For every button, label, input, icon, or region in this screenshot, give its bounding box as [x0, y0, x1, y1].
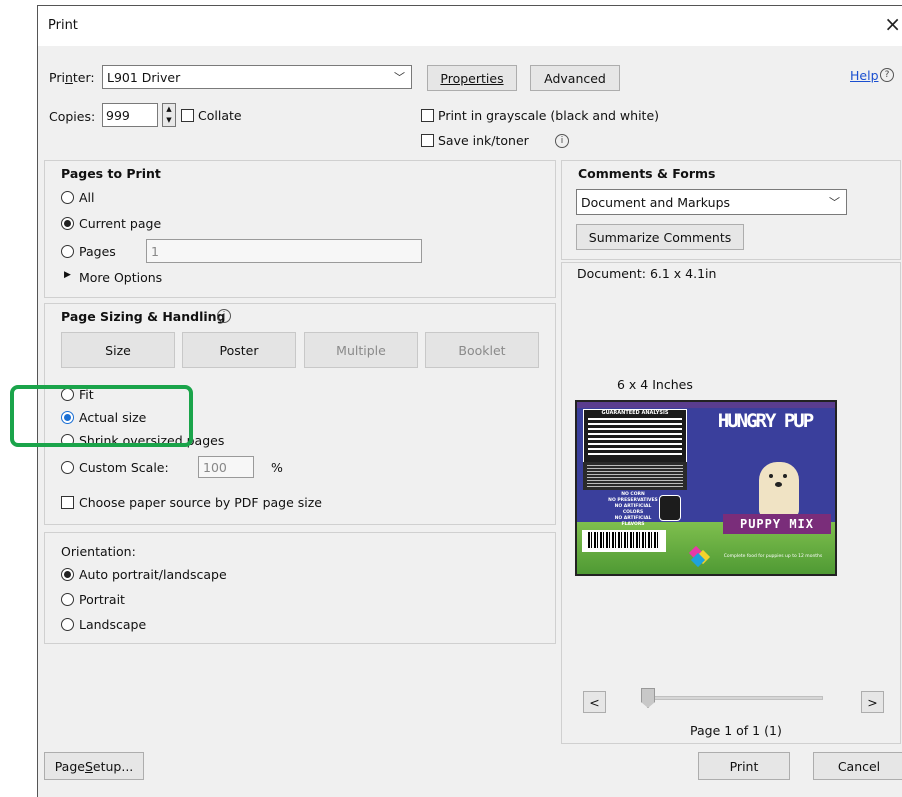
save-ink-checkbox[interactable] [421, 134, 434, 147]
chevron-down-icon: ﹀ [829, 196, 840, 209]
help-link[interactable]: Help [850, 68, 879, 83]
portrait-radio[interactable] [61, 593, 74, 606]
comments-forms-title: Comments & Forms [578, 166, 716, 181]
preview-puppy [759, 462, 799, 518]
page-indicator: Page 1 of 1 (1) [690, 723, 782, 738]
preview-size-label: 6 x 4 Inches [617, 377, 693, 392]
copies-input[interactable]: 999 [102, 103, 158, 127]
custom-scale-input[interactable]: 100 [198, 456, 254, 478]
collate-checkbox[interactable] [181, 109, 194, 122]
all-pages-label: All [79, 190, 95, 205]
help-icon[interactable]: ? [880, 68, 894, 82]
tab-multiple[interactable]: Multiple [304, 332, 418, 368]
advanced-button[interactable]: Advanced [530, 65, 620, 91]
custom-scale-radio[interactable] [61, 461, 74, 474]
more-options-toggle[interactable]: More Options [79, 270, 162, 285]
printer-label: Printer: [49, 70, 95, 85]
previous-page-button[interactable]: < [583, 691, 606, 713]
auto-orientation-radio[interactable] [61, 568, 74, 581]
all-pages-radio[interactable] [61, 191, 74, 204]
preview-barcode-bars [588, 532, 660, 548]
preview-analysis-table: GUARANTEED ANALYSIS [583, 409, 687, 463]
paper-source-label: Choose paper source by PDF page size [79, 495, 322, 510]
next-page-button[interactable]: > [861, 691, 884, 713]
preview-puppy-nose [775, 482, 782, 487]
close-icon[interactable]: × [884, 12, 901, 36]
pages-range-input[interactable]: 1 [146, 239, 422, 263]
preview-color-logo [688, 545, 711, 568]
auto-orientation-label: Auto portrait/landscape [79, 567, 227, 582]
pages-label: Pages [79, 244, 116, 259]
portrait-label: Portrait [79, 592, 125, 607]
grayscale-checkbox[interactable] [421, 109, 434, 122]
printer-select[interactable]: L901 Driver ﹀ [102, 65, 412, 89]
page-preview: GUARANTEED ANALYSIS NO CORN NO PRESERVAT… [575, 400, 837, 576]
preview-table-title: GUARANTEED ANALYSIS [601, 410, 669, 416]
copies-label: Copies: [49, 109, 96, 124]
page-sizing-title: Page Sizing & Handling [61, 309, 226, 324]
print-button[interactable]: Print [698, 752, 790, 780]
highlight-box [10, 385, 193, 447]
cancel-button[interactable]: Cancel [813, 752, 902, 780]
preview-table-rows [588, 418, 682, 458]
tab-poster[interactable]: Poster [182, 332, 296, 368]
page-slider-track[interactable] [648, 696, 823, 700]
collate-label: Collate [198, 108, 242, 123]
properties-button[interactable]: Properties [427, 65, 517, 91]
page-setup-button[interactable]: Page Setup... [44, 752, 144, 780]
preview-puppy-left-eye [769, 474, 773, 478]
preview-ingredients-lines [587, 465, 683, 487]
copies-stepper[interactable]: ▲ ▼ [162, 103, 176, 127]
window-title: Print [48, 18, 78, 33]
orientation-title: Orientation: [61, 544, 136, 559]
info-icon[interactable]: i [217, 309, 231, 323]
paper-source-checkbox[interactable] [61, 496, 74, 509]
grayscale-label: Print in grayscale (black and white) [438, 108, 660, 123]
percent-label: % [271, 460, 283, 475]
chevron-down-icon: ﹀ [394, 71, 405, 84]
landscape-label: Landscape [79, 617, 147, 632]
tab-size[interactable]: Size [61, 332, 175, 368]
preview-ingredients-block [583, 462, 687, 490]
preview-subtitle-banner: PUPPY MIX [723, 514, 831, 534]
title-bar: Print × [38, 6, 902, 46]
preview-usda-seal [659, 495, 681, 521]
info-icon[interactable]: i [555, 134, 569, 148]
custom-scale-label: Custom Scale: [79, 460, 169, 475]
landscape-radio[interactable] [61, 618, 74, 631]
expand-triangle-icon[interactable]: ▶ [64, 270, 71, 280]
tab-booklet[interactable]: Booklet [425, 332, 539, 368]
pages-to-print-title: Pages to Print [61, 166, 161, 181]
preview-brand: HUNGRY PUP [717, 410, 814, 432]
current-page-radio[interactable] [61, 217, 74, 230]
comments-forms-select[interactable]: Document and Markups ﹀ [576, 189, 847, 215]
summarize-comments-button[interactable]: Summarize Comments [576, 224, 744, 250]
printer-value: L901 Driver [107, 69, 181, 85]
pages-radio[interactable] [61, 245, 74, 258]
preview-barcode [582, 530, 666, 552]
preview-top-band [577, 402, 835, 408]
preview-bottom-text: Complete food for puppies up to 12 month… [723, 554, 823, 559]
save-ink-label: Save ink/toner [438, 133, 529, 148]
current-page-label: Current page [79, 216, 162, 231]
preview-badges: NO CORN NO PRESERVATIVES NO ARTIFICIAL C… [608, 492, 658, 527]
document-size-label: Document: 6.1 x 4.1in [577, 266, 717, 281]
preview-puppy-right-eye [783, 474, 787, 478]
